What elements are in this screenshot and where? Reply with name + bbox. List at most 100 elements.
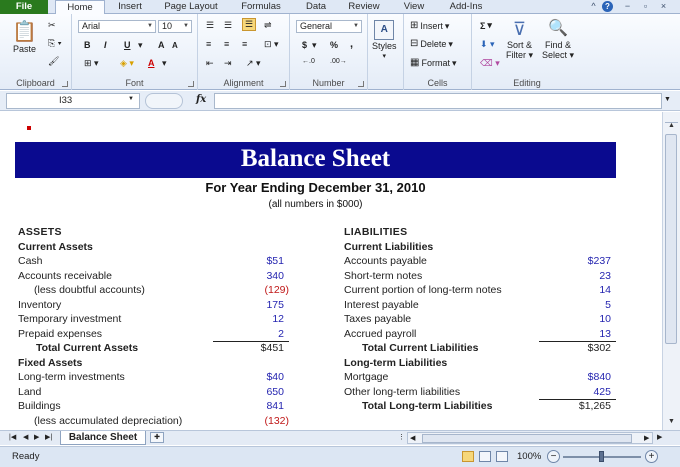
find-select-button[interactable]: 🔍 Find & Select ▾ xyxy=(542,18,574,60)
prev-sheet-icon[interactable]: ◀ xyxy=(23,433,28,441)
zoom-slider-thumb[interactable] xyxy=(599,451,604,462)
autosum-button[interactable]: Σ ▾ xyxy=(480,20,492,31)
restore-icon[interactable]: ▫ xyxy=(640,1,651,12)
row-value: 340 xyxy=(266,270,284,282)
clear-icon[interactable]: ⌫ ▾ xyxy=(480,58,500,69)
alignment-group: ☰ ☰ ☰ ⇌ ≡ ≡ ≡ ⊡ ▾ ⇤ ⇥ ↗ ▾ Alignment xyxy=(198,14,290,90)
font-color-button[interactable]: A xyxy=(148,58,155,68)
comma-button[interactable]: , xyxy=(350,38,353,50)
insert-sheet-icon[interactable]: ✚ xyxy=(150,432,164,443)
expand-formula-bar-icon[interactable]: ▼ xyxy=(664,96,671,103)
row-value: $237 xyxy=(587,255,611,267)
number-format-select[interactable]: General ▼ xyxy=(296,20,362,33)
font-color-dropdown-icon[interactable]: ▾ xyxy=(162,58,167,69)
tab-formulas[interactable]: Formulas xyxy=(238,0,284,14)
format-cells-button[interactable]: ▦ Format ▾ xyxy=(410,57,457,69)
minimize-icon[interactable]: − xyxy=(622,1,633,12)
name-box[interactable]: I33 xyxy=(6,93,140,109)
borders-icon[interactable]: ⊞ ▾ xyxy=(84,58,99,69)
tab-file[interactable]: File xyxy=(0,0,48,14)
tab-view[interactable]: View xyxy=(401,0,427,14)
close-icon[interactable]: × xyxy=(658,1,669,12)
tab-home[interactable]: Home xyxy=(55,0,105,15)
insert-function-icon[interactable]: fx xyxy=(196,94,206,105)
shrink-font-button[interactable]: A xyxy=(172,41,178,50)
paste-button[interactable]: 📋 Paste xyxy=(12,20,37,54)
currency-button[interactable]: $ xyxy=(302,40,307,50)
align-top-icon[interactable]: ☰ xyxy=(206,20,214,31)
formula-splitter[interactable] xyxy=(145,93,183,109)
page-layout-view-icon[interactable] xyxy=(479,451,491,462)
align-middle-icon[interactable]: ☰ xyxy=(224,20,232,31)
italic-button[interactable]: I xyxy=(104,40,107,50)
alignment-launcher-icon[interactable] xyxy=(280,81,286,87)
number-group-label: Number xyxy=(312,78,345,88)
decrease-decimal-icon[interactable]: .00→ xyxy=(330,58,347,65)
scroll-down-icon[interactable]: ▼ xyxy=(665,418,678,428)
vertical-scroll-thumb[interactable] xyxy=(665,134,677,344)
tab-review[interactable]: Review xyxy=(346,0,382,14)
align-bottom-icon[interactable]: ☰ xyxy=(242,18,257,31)
copy-icon[interactable]: ⎘ ▾ xyxy=(48,38,61,49)
underline-button[interactable]: U xyxy=(124,40,131,50)
page-break-view-icon[interactable] xyxy=(496,451,508,462)
tab-split-icon[interactable]: ⋮ xyxy=(398,433,405,441)
wrap-text-icon[interactable]: ⇌ xyxy=(264,20,272,31)
delete-cells-button[interactable]: ⊟ Delete ▾ xyxy=(410,38,453,50)
orientation-icon[interactable]: ↗ ▾ xyxy=(246,58,261,69)
tab-insert[interactable]: Insert xyxy=(115,0,145,14)
scroll-left-icon[interactable]: ◀ xyxy=(410,434,415,442)
help-icon[interactable]: ? xyxy=(602,1,613,12)
tab-add-ins[interactable]: Add-Ins xyxy=(446,0,486,14)
row-value: 175 xyxy=(266,299,284,311)
row-label: Cash xyxy=(18,255,43,267)
decrease-indent-icon[interactable]: ⇤ xyxy=(206,58,214,69)
font-name-select[interactable]: Arial ▼ xyxy=(78,20,156,33)
zoom-out-icon[interactable]: − xyxy=(547,450,560,463)
format-painter-icon[interactable]: 🖌 xyxy=(48,56,59,67)
insert-cells-button[interactable]: ⊞ Insert ▾ xyxy=(410,20,449,32)
vertical-scrollbar[interactable]: ▲ ▼ xyxy=(662,112,680,430)
normal-view-icon[interactable] xyxy=(462,451,474,462)
zoom-level[interactable]: 100% xyxy=(517,451,541,462)
increase-indent-icon[interactable]: ⇥ xyxy=(224,58,232,69)
currency-dropdown-icon[interactable]: ▾ xyxy=(312,40,317,51)
align-center-icon[interactable]: ≡ xyxy=(224,39,229,49)
next-sheet-icon[interactable]: ▶ xyxy=(34,433,39,441)
percent-button[interactable]: % xyxy=(330,40,338,50)
name-box-dropdown-icon[interactable]: ▼ xyxy=(128,96,134,102)
hscroll-end-right-icon[interactable]: ▶ xyxy=(657,433,662,441)
row-label: Accounts payable xyxy=(344,255,427,267)
formula-input[interactable] xyxy=(214,93,662,109)
horizontal-scrollbar[interactable]: ◀ ▶ xyxy=(407,432,653,444)
row-label: Taxes payable xyxy=(344,313,412,325)
grow-font-button[interactable]: A xyxy=(158,40,165,50)
scroll-up-icon[interactable]: ▲ xyxy=(665,122,678,132)
align-left-icon[interactable]: ≡ xyxy=(206,39,211,49)
styles-button[interactable]: A Styles ▾ xyxy=(372,20,397,60)
fill-color-icon[interactable]: ◈ ▾ xyxy=(120,58,134,69)
last-sheet-icon[interactable]: ▶| xyxy=(45,433,52,441)
font-launcher-icon[interactable] xyxy=(188,81,194,87)
sort-filter-button[interactable]: ⊽ Sort & Filter ▾ xyxy=(506,18,533,60)
sheet-tab-balance-sheet[interactable]: Balance Sheet xyxy=(60,431,146,445)
units-note: (all numbers in $000) xyxy=(268,199,363,210)
worksheet[interactable]: Balance Sheet For Year Ending December 3… xyxy=(0,112,662,430)
collapse-ribbon-icon[interactable]: ^ xyxy=(588,1,599,12)
bold-button[interactable]: B xyxy=(84,40,91,50)
fill-icon[interactable]: ⬇ ▾ xyxy=(480,39,495,50)
first-sheet-icon[interactable]: |◀ xyxy=(9,433,16,441)
font-size-select[interactable]: 10 ▼ xyxy=(158,20,192,33)
tab-page-layout[interactable]: Page Layout xyxy=(162,0,220,14)
horizontal-scroll-thumb[interactable] xyxy=(422,434,632,443)
number-launcher-icon[interactable] xyxy=(358,81,364,87)
zoom-in-icon[interactable]: + xyxy=(645,450,658,463)
tab-data[interactable]: Data xyxy=(302,0,330,14)
align-right-icon[interactable]: ≡ xyxy=(242,39,247,49)
underline-dropdown-icon[interactable]: ▾ xyxy=(138,40,143,51)
clipboard-launcher-icon[interactable] xyxy=(62,81,68,87)
scroll-right-icon[interactable]: ▶ xyxy=(644,434,649,442)
merge-center-icon[interactable]: ⊡ ▾ xyxy=(264,39,279,50)
cut-icon[interactable]: ✂ xyxy=(48,20,56,31)
increase-decimal-icon[interactable]: ←.0 xyxy=(302,58,315,65)
